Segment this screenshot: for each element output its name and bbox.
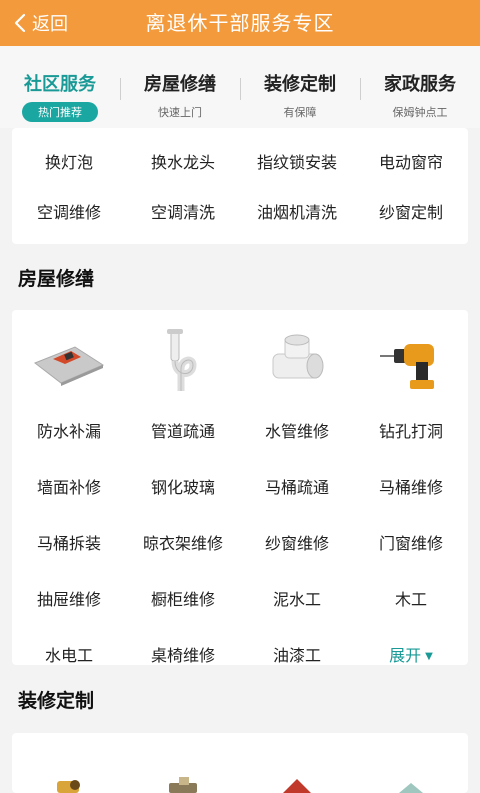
page-title: 离退休干部服务专区 (145, 11, 335, 35)
tab-label: 家政服务 (384, 74, 456, 95)
pipe-fitting-icon[interactable] (240, 332, 354, 392)
repair-item[interactable]: 钢化玻璃 (126, 474, 240, 498)
power-drill-icon[interactable] (354, 332, 468, 392)
repair-item[interactable]: 抽屉维修 (12, 586, 126, 610)
repair-item[interactable]: 马桶维修 (354, 474, 468, 498)
service-item[interactable]: 换水龙头 (126, 149, 240, 173)
decor-services-card (12, 733, 468, 793)
expand-label: 展开 (389, 646, 422, 665)
tab-subtitle: 有保障 (283, 106, 317, 119)
repair-item[interactable]: 泥水工 (240, 586, 354, 610)
paint-tool-icon[interactable] (12, 763, 126, 793)
repair-item[interactable]: 马桶疏通 (240, 474, 354, 498)
repair-item[interactable]: 纱窗维修 (240, 530, 354, 554)
tab-subtitle: 保姆钟点工 (392, 106, 448, 119)
repair-item[interactable]: 钻孔打洞 (354, 418, 468, 442)
repair-item[interactable]: 油漆工 (240, 642, 354, 666)
repair-services-card: 防水补漏 管道疏通 水管维修 钻孔打洞 墙面补修 钢化玻璃 马桶疏通 马桶维修 … (12, 310, 468, 665)
repair-item[interactable]: 管道疏通 (126, 418, 240, 442)
hardware-tool-icon[interactable] (126, 763, 240, 793)
drain-pipe-icon[interactable] (126, 327, 240, 397)
service-item[interactable]: 指纹锁安装 (240, 149, 354, 173)
tab-label: 房屋修缮 (144, 74, 216, 95)
tab-house-repair[interactable]: 房屋修缮 快速上门 (120, 46, 240, 128)
repair-item[interactable]: 墙面补修 (12, 474, 126, 498)
section-title-decor: 装修定制 (18, 690, 95, 712)
repair-item[interactable]: 门窗维修 (354, 530, 468, 554)
service-item[interactable]: 换灯泡 (12, 149, 126, 173)
section-title-repair: 房屋修缮 (18, 268, 95, 290)
repair-item[interactable]: 防水补漏 (12, 418, 126, 442)
service-item[interactable]: 空调清洗 (126, 199, 240, 223)
tab-label: 社区服务 (24, 74, 96, 95)
top-bar: 返回 离退休干部服务专区 (0, 0, 480, 46)
community-services-card: 换灯泡 换水龙头 指纹锁安装 电动窗帘 空调维修 空调清洗 油烟机清洗 纱窗定制 (12, 128, 468, 244)
service-item[interactable]: 油烟机清洗 (240, 199, 354, 223)
back-button[interactable]: 返回 (10, 0, 68, 46)
caret-down-icon: ▼ (425, 651, 433, 662)
repair-item[interactable]: 晾衣架维修 (126, 530, 240, 554)
house-model-icon[interactable] (240, 763, 354, 793)
repair-item[interactable]: 桌椅维修 (126, 642, 240, 666)
repair-item[interactable]: 水管维修 (240, 418, 354, 442)
tab-renovation[interactable]: 装修定制 有保障 (240, 46, 360, 128)
tab-label: 装修定制 (264, 74, 336, 95)
category-tabs: 社区服务 热门推荐 房屋修缮 快速上门 装修定制 有保障 家政服务 保姆钟点工 (0, 46, 480, 128)
cabinet-icon[interactable] (354, 763, 468, 793)
chevron-left-icon (14, 13, 26, 33)
tab-subtitle: 热门推荐 (22, 102, 98, 122)
repair-item[interactable]: 马桶拆装 (12, 530, 126, 554)
repair-item[interactable]: 水电工 (12, 642, 126, 666)
service-item[interactable]: 电动窗帘 (354, 149, 468, 173)
repair-item[interactable]: 木工 (354, 586, 468, 610)
tab-subtitle: 快速上门 (158, 106, 202, 119)
expand-button[interactable]: 展开 ▼ (354, 642, 468, 666)
service-item[interactable]: 空调维修 (12, 199, 126, 223)
trowel-icon[interactable] (12, 333, 126, 391)
back-label: 返回 (32, 14, 68, 35)
service-item[interactable]: 纱窗定制 (354, 199, 468, 223)
tab-community-service[interactable]: 社区服务 热门推荐 (0, 46, 120, 128)
repair-item[interactable]: 橱柜维修 (126, 586, 240, 610)
tab-housekeeping[interactable]: 家政服务 保姆钟点工 (360, 46, 480, 128)
